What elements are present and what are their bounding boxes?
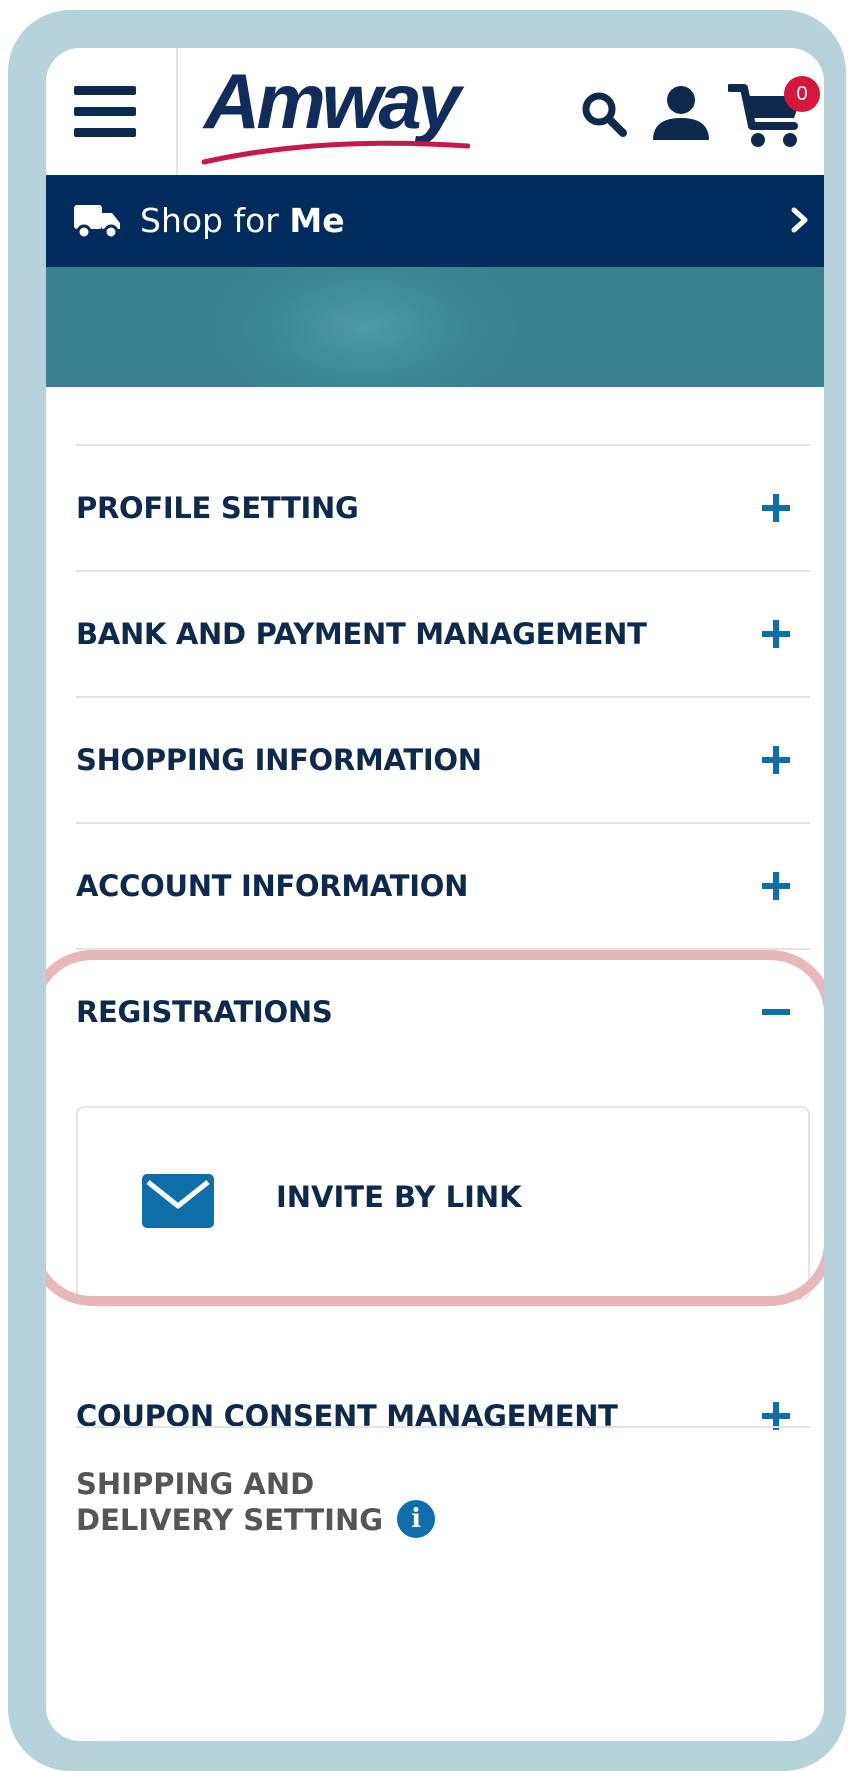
invite-by-link-label: INVITE BY LINK (276, 1180, 522, 1214)
expand-plus-icon (762, 872, 790, 900)
profile-banner (46, 267, 824, 387)
shipping-label-line2: DELIVERY SETTING (76, 1503, 384, 1537)
menu-item-coupon-consent[interactable]: COUPON CONSENT MANAGEMENT (76, 1354, 810, 1478)
app-screen: Amway 0 Shop for Me PROFILE SETTING BANK… (46, 48, 824, 1741)
shipping-label-line2-wrap: DELIVERY SETTING i (76, 1500, 576, 1541)
menu-item-profile-setting[interactable]: PROFILE SETTING (76, 446, 810, 570)
shop-for-target: Me (289, 201, 345, 240)
shop-for-bar[interactable]: Shop for Me (46, 175, 824, 267)
menu-item-label: COUPON CONSENT MANAGEMENT (76, 1399, 618, 1433)
invite-by-link-button[interactable]: INVITE BY LINK (76, 1106, 810, 1300)
shipping-delivery-setting[interactable]: SHIPPING AND DELIVERY SETTING i (76, 1466, 576, 1541)
cart-count-badge: 0 (784, 76, 820, 112)
hamburger-menu-icon[interactable] (74, 86, 136, 138)
shipping-label-line1: SHIPPING AND (76, 1467, 315, 1501)
expand-plus-icon (762, 620, 790, 648)
collapse-minus-icon (762, 998, 790, 1026)
menu-item-shopping-information[interactable]: SHOPPING INFORMATION (76, 698, 810, 822)
header-divider (176, 48, 178, 175)
divider (76, 1426, 810, 1428)
chevron-right-icon (791, 207, 808, 233)
top-header: Amway 0 (46, 48, 824, 175)
expand-plus-icon (762, 746, 790, 774)
menu-item-registrations[interactable]: REGISTRATIONS (76, 950, 810, 1074)
delivery-truck-icon (74, 205, 120, 239)
menu-item-label: ACCOUNT INFORMATION (76, 869, 469, 903)
menu-item-label: BANK AND PAYMENT MANAGEMENT (76, 617, 647, 651)
menu-item-account-information[interactable]: ACCOUNT INFORMATION (76, 824, 810, 948)
menu-item-label: REGISTRATIONS (76, 995, 333, 1029)
menu-item-bank-payment[interactable]: BANK AND PAYMENT MANAGEMENT (76, 572, 810, 696)
menu-item-label: PROFILE SETTING (76, 491, 359, 525)
envelope-icon (142, 1174, 214, 1228)
shop-for-label: Shop for Me (140, 201, 345, 240)
account-user-icon[interactable] (650, 82, 712, 144)
amway-logo[interactable]: Amway (201, 56, 474, 168)
info-icon[interactable]: i (397, 1500, 436, 1538)
expand-plus-icon (762, 494, 790, 522)
shop-for-prefix: Shop for (140, 201, 279, 240)
menu-item-label: SHOPPING INFORMATION (76, 743, 482, 777)
search-icon[interactable] (578, 88, 630, 140)
